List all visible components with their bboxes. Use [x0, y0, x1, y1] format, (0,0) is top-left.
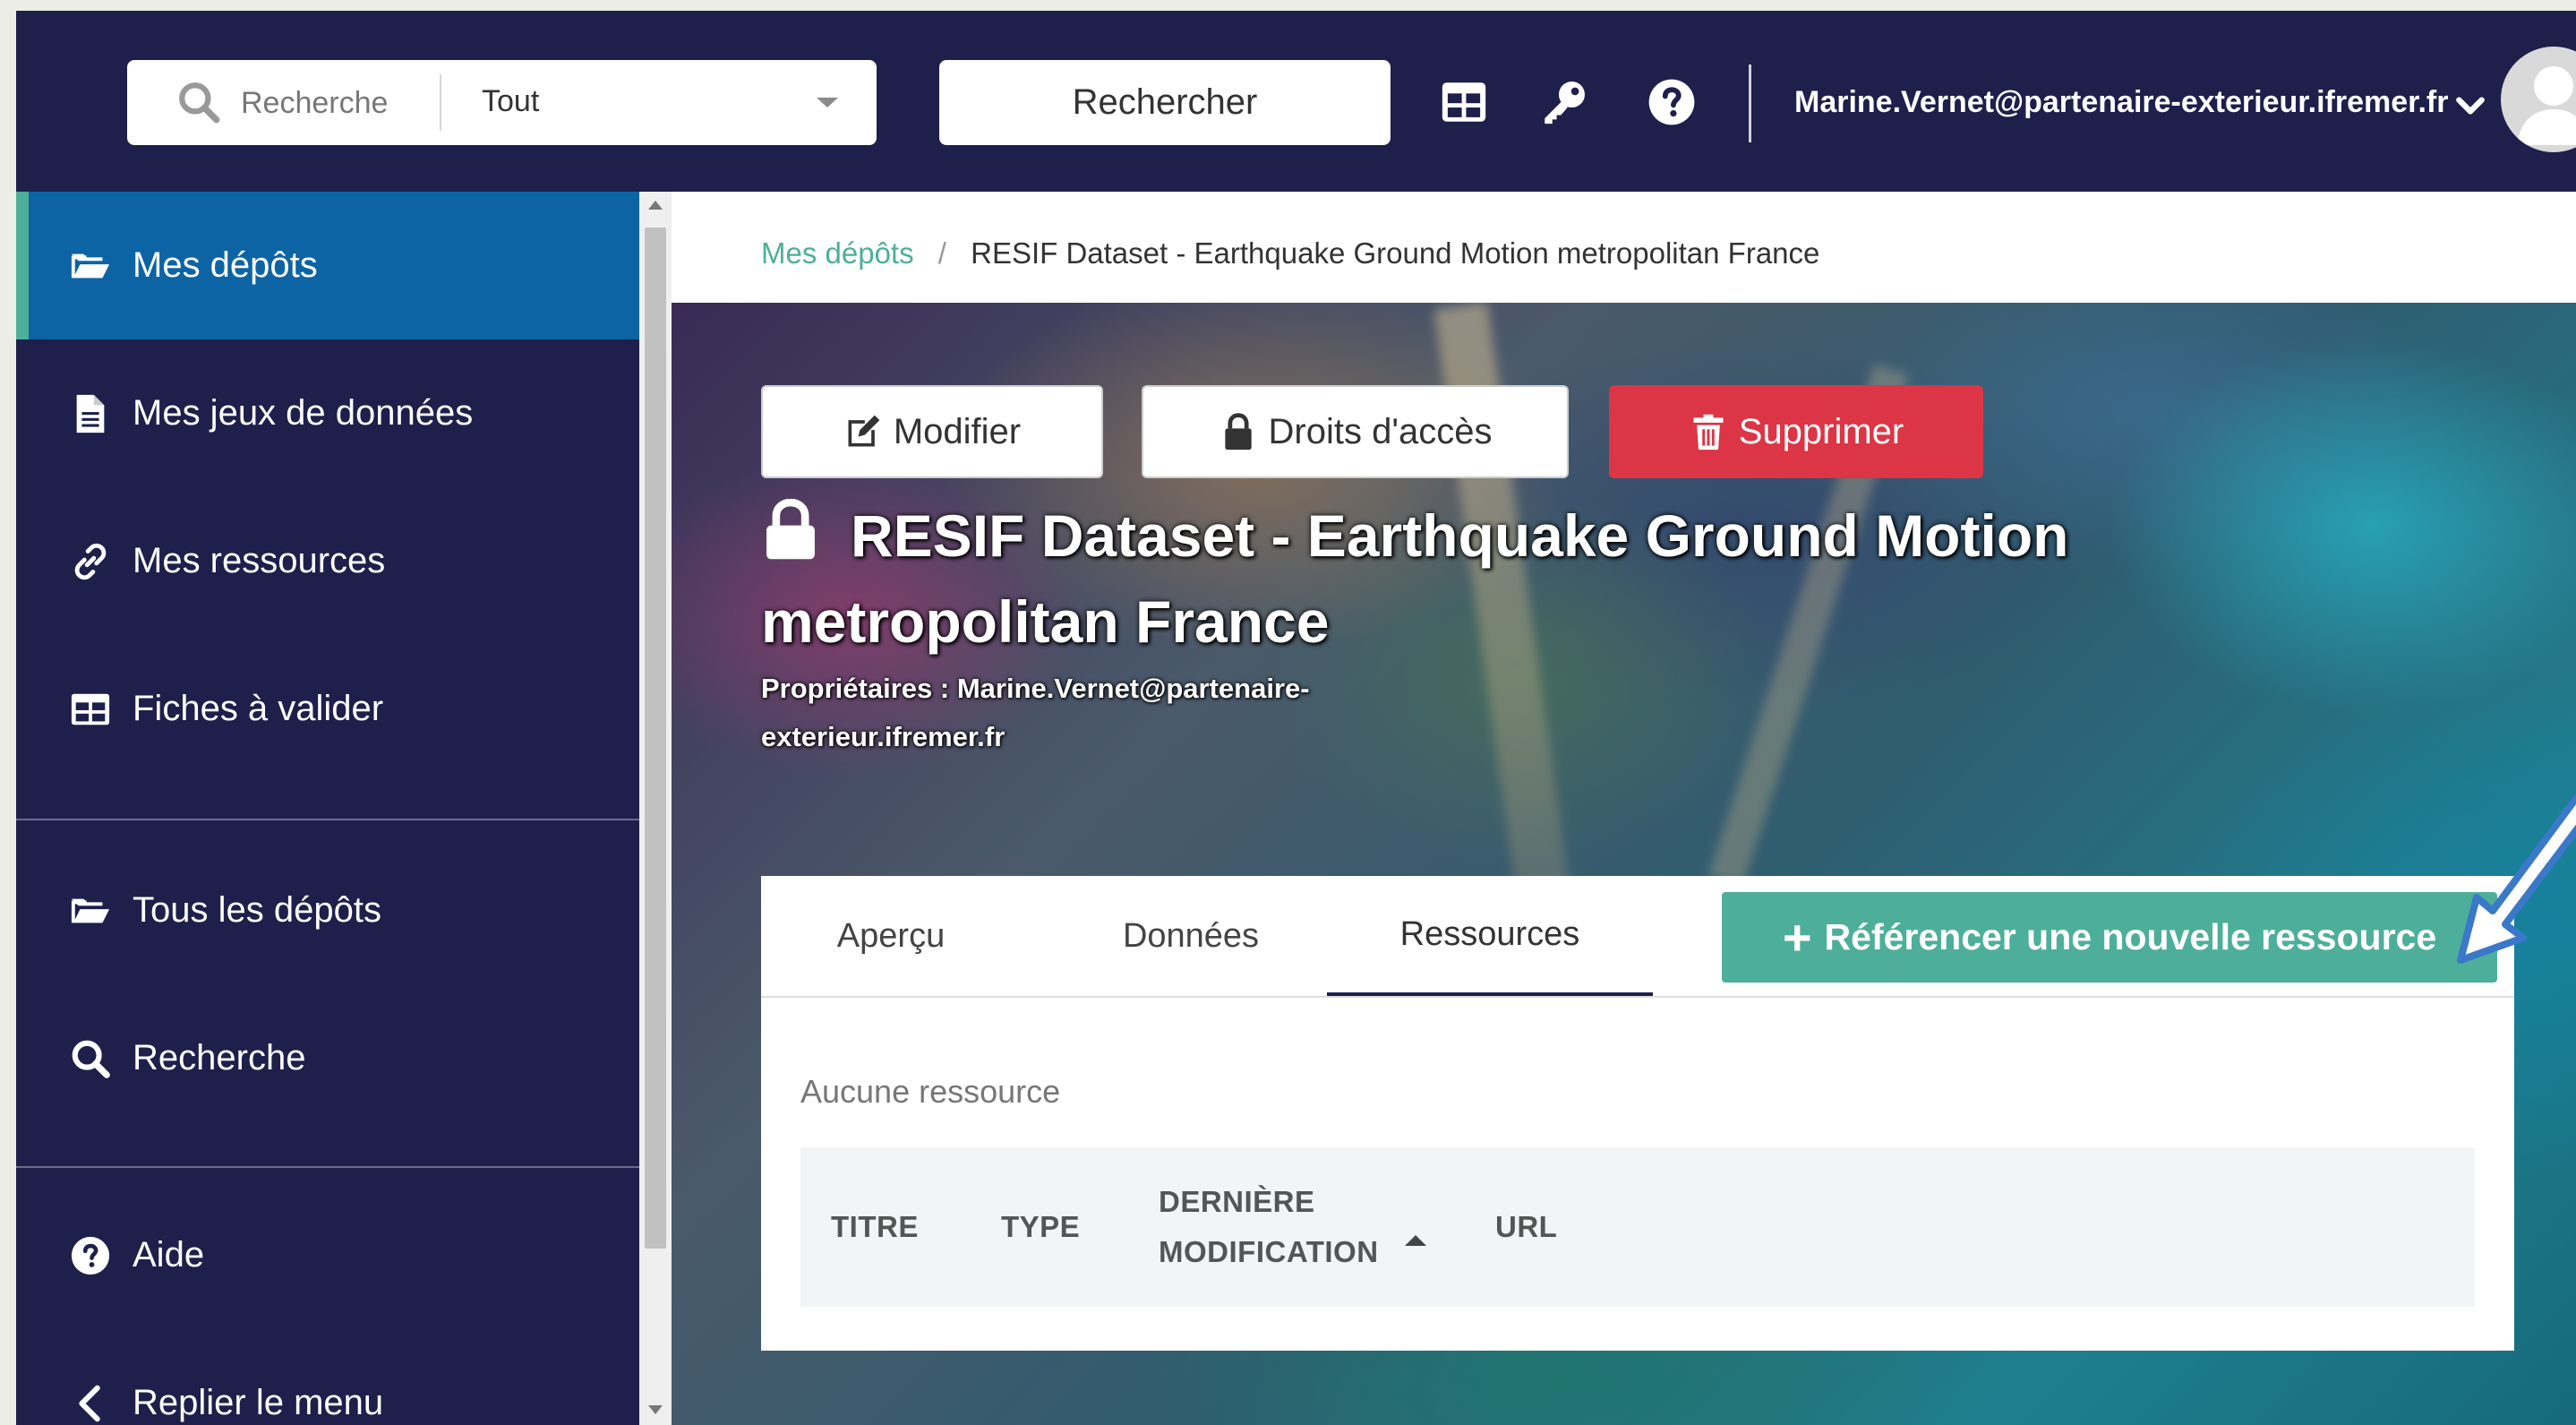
- caret-down-icon: [817, 98, 838, 107]
- dataset-title: RESIF Dataset - Earthquake Ground Motion…: [761, 493, 2238, 665]
- resources-table-header: TITRE TYPE DERNIÈRE MODIFICATION URL: [800, 1147, 2475, 1307]
- breadcrumb-current: RESIF Dataset - Earthquake Ground Motion…: [971, 236, 1820, 270]
- sidebar-item-mes-jeux-de-donnees[interactable]: Mes jeux de données: [16, 339, 639, 487]
- delete-button-label: Supprimer: [1738, 411, 1904, 451]
- access-rights-button[interactable]: Droits d'accès: [1142, 385, 1569, 478]
- table-icon[interactable]: [1438, 76, 1490, 128]
- tab-apercu[interactable]: Aperçu: [761, 876, 1021, 996]
- lock-icon: [766, 499, 815, 560]
- search-scope-value: Tout: [482, 84, 540, 118]
- scroll-up-arrow-icon[interactable]: [648, 201, 663, 210]
- sidebar-divider: [16, 819, 639, 820]
- sidebar-item-mes-depots[interactable]: Mes dépôts: [16, 192, 639, 339]
- search-box: Tout: [127, 60, 877, 145]
- sidebar-item-tous-les-depots[interactable]: Tous les dépôts: [16, 837, 639, 984]
- add-resource-button-label: Référencer une nouvelle ressource: [1824, 916, 2437, 957]
- help-circle-icon[interactable]: [1646, 76, 1698, 128]
- sidebar-item-replier-le-menu[interactable]: Replier le menu: [16, 1329, 639, 1425]
- column-header-modification[interactable]: MODIFICATION: [1159, 1235, 1379, 1269]
- tab-donnees[interactable]: Données: [1030, 876, 1352, 996]
- app-window: Tout Rechercher Marine.Vernet@partenaire…: [16, 11, 2576, 1425]
- breadcrumb-link-mes-depots[interactable]: Mes dépôts: [761, 236, 914, 270]
- topbar-divider: [1749, 64, 1751, 142]
- edit-button-label: Modifier: [893, 411, 1022, 451]
- sidebar-item-fiches-a-valider[interactable]: Fiches à valider: [16, 635, 639, 783]
- column-header-derniere[interactable]: DERNIÈRE: [1159, 1185, 1315, 1219]
- column-header-url[interactable]: URL: [1495, 1210, 1557, 1244]
- main-content: Mes dépôts / RESIF Dataset - Earthquake …: [672, 192, 2576, 1425]
- search-divider: [440, 74, 441, 131]
- sidebar-item-recherche[interactable]: Recherche: [16, 984, 639, 1132]
- dataset-title-text: RESIF Dataset - Earthquake Ground Motion…: [761, 502, 2069, 655]
- sidebar-item-label: Mes ressources: [133, 541, 386, 580]
- owners-label: Propriétaires :: [761, 673, 950, 704]
- chevron-left-icon: [79, 1385, 100, 1421]
- file-text-icon: [76, 394, 105, 433]
- column-header-type[interactable]: TYPE: [1001, 1210, 1080, 1244]
- sidebar-item-label: Recherche: [133, 1038, 306, 1077]
- sidebar-item-label: Fiches à valider: [133, 689, 384, 728]
- sidebar-item-label: Mes jeux de données: [133, 393, 474, 433]
- plus-icon: +: [1782, 908, 1812, 966]
- dataset-hero-banner: Modifier Droits d'accès Supprimer RESIF …: [672, 303, 2576, 1425]
- trash-icon: [1693, 414, 1724, 451]
- sidebar-item-label: Mes dépôts: [133, 245, 318, 285]
- empty-resources-message: Aucune ressource: [800, 1073, 1061, 1110]
- link-icon: [74, 543, 107, 579]
- scrollbar-thumb[interactable]: [645, 227, 666, 1249]
- scroll-down-arrow-icon[interactable]: [648, 1405, 663, 1414]
- access-rights-button-label: Droits d'accès: [1268, 411, 1493, 451]
- sidebar-item-label: Replier le menu: [133, 1383, 384, 1422]
- lock-icon: [1224, 413, 1252, 451]
- resources-panel: Aperçu Données Ressources + Référencer u…: [761, 876, 2514, 1351]
- breadcrumb: Mes dépôts / RESIF Dataset - Earthquake …: [761, 236, 1819, 270]
- add-resource-button[interactable]: + Référencer une nouvelle ressource: [1722, 892, 2497, 983]
- help-circle-icon: [71, 1236, 110, 1275]
- avatar[interactable]: [2501, 47, 2576, 152]
- edit-icon: [848, 415, 880, 447]
- sidebar: Mes dépôts Mes jeux de données Mes resso…: [16, 192, 639, 1425]
- sidebar-scrollbar[interactable]: [639, 192, 672, 1425]
- search-scope-select[interactable]: Tout: [442, 60, 877, 145]
- sidebar-divider: [16, 1166, 639, 1168]
- column-header-titre[interactable]: TITRE: [831, 1210, 919, 1244]
- sidebar-item-label: Tous les dépôts: [133, 890, 381, 930]
- top-bar: Tout Rechercher Marine.Vernet@partenaire…: [16, 11, 2576, 192]
- sort-ascending-icon[interactable]: [1405, 1235, 1426, 1246]
- sidebar-item-aide[interactable]: Aide: [16, 1181, 639, 1329]
- folder-open-icon: [71, 253, 110, 278]
- user-email[interactable]: Marine.Vernet@partenaire-exterieur.ifrem…: [1794, 85, 2448, 120]
- search-button[interactable]: Rechercher: [939, 60, 1391, 145]
- edit-button[interactable]: Modifier: [761, 385, 1103, 478]
- chevron-down-icon[interactable]: [2453, 89, 2487, 123]
- dataset-owners: Propriétaires : Marine.Vernet@partenaire…: [761, 665, 1442, 761]
- tab-ressources[interactable]: Ressources: [1327, 876, 1653, 996]
- breadcrumb-separator: /: [937, 236, 946, 270]
- search-icon: [72, 1040, 110, 1078]
- folder-open-icon: [71, 898, 110, 923]
- delete-button[interactable]: Supprimer: [1609, 385, 1983, 478]
- search-input[interactable]: [239, 71, 395, 135]
- sidebar-item-label: Aide: [133, 1235, 205, 1275]
- key-icon[interactable]: [1538, 76, 1590, 128]
- table-icon: [71, 693, 110, 725]
- sidebar-item-mes-ressources[interactable]: Mes ressources: [16, 487, 639, 635]
- annotation-arrow-icon: [2457, 794, 2576, 964]
- user-avatar-icon: [2517, 66, 2576, 145]
- search-icon: [179, 82, 220, 124]
